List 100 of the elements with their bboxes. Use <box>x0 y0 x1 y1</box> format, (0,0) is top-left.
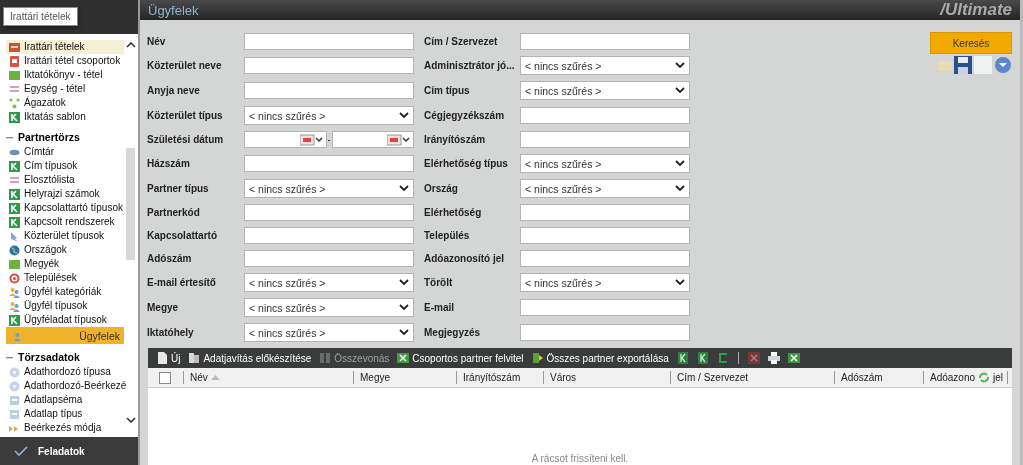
sidebar-item[interactable]: Adatlapséma <box>6 393 124 407</box>
scrollbar-thumb[interactable] <box>126 148 135 260</box>
input-field[interactable] <box>520 33 690 50</box>
field-label: Anyja neve <box>147 85 201 96</box>
input-field[interactable] <box>520 204 690 221</box>
input-field[interactable] <box>244 82 414 99</box>
sidebar-item[interactable]: Iktatás sablon <box>6 110 124 124</box>
dropdown[interactable]: < nincs szűrés > <box>244 179 414 198</box>
dropdown[interactable]: < nincs szűrés > <box>244 298 414 317</box>
search-button[interactable]: Keresés <box>930 32 1012 54</box>
input-field[interactable] <box>520 227 690 244</box>
save-icon[interactable] <box>954 56 972 74</box>
input-field[interactable] <box>244 227 414 244</box>
k-icon <box>9 202 20 214</box>
sidebar-item[interactable]: Ügyféladat típusok <box>6 313 124 327</box>
dropdown[interactable]: < nincs szűrés > <box>520 154 690 173</box>
group-title: Törzsadatok <box>18 351 80 363</box>
sidebar-item[interactable]: Közterület típusok <box>6 229 124 243</box>
calendar-icon[interactable] <box>387 133 411 146</box>
sidebar-item[interactable]: Irattári tétel csoportok <box>6 54 124 68</box>
k-icon <box>9 314 20 326</box>
sidebar-item[interactable]: Elosztólista <box>6 173 124 187</box>
field-label: Születési dátum <box>147 134 225 145</box>
sidebar-item[interactable]: Megyék <box>6 257 124 271</box>
column-header[interactable]: Irányítószám <box>457 371 544 384</box>
k-icon <box>9 160 20 172</box>
checkbox[interactable] <box>159 371 171 384</box>
sidebar-item[interactable]: Cím típusok <box>6 159 124 173</box>
globe-icon <box>9 244 20 256</box>
sidebar-item[interactable]: Egység - tétel <box>6 82 124 96</box>
column-header[interactable]: Adóazono jel <box>924 371 1008 384</box>
toolbar-icon-button[interactable] <box>785 352 802 364</box>
scroll-up-icon[interactable] <box>125 42 136 48</box>
input-field[interactable] <box>244 33 414 50</box>
sidebar-item[interactable]: Adathordozó típusa <box>6 365 124 379</box>
toolbar-icon-button[interactable] <box>765 352 782 364</box>
column-header[interactable]: Név <box>184 371 354 384</box>
people-icon <box>9 286 20 298</box>
input-field[interactable] <box>520 299 690 316</box>
input-field[interactable] <box>244 250 414 267</box>
input-field[interactable] <box>244 57 414 74</box>
sidebar-item[interactable]: Települések <box>6 271 124 285</box>
disc-icon <box>9 380 20 392</box>
field-label: Közterület típus <box>147 110 224 121</box>
column-header[interactable]: Cím / Szervezet <box>671 371 835 384</box>
scroll-down-icon[interactable] <box>125 417 136 423</box>
sidebar-item[interactable]: Helyrajzi számok <box>6 187 124 201</box>
sidebar-item[interactable]: Ügyfelek <box>6 327 124 344</box>
sidebar-item[interactable]: Címtár <box>6 145 124 159</box>
sidebar-item[interactable]: Irattári tételek <box>6 40 124 54</box>
dropdown[interactable]: < nincs szűrés > <box>244 323 414 342</box>
chevron-down-icon <box>675 160 685 167</box>
sort-ascending-icon <box>210 375 220 380</box>
field-label: Cím / Szervezet <box>423 36 499 47</box>
sidebar-item[interactable]: Adatlap típus <box>6 407 124 421</box>
chevron-down-icon <box>399 279 409 286</box>
dropdown[interactable]: < nincs szűrés > <box>520 81 690 100</box>
dropdown[interactable]: < nincs szűrés > <box>244 106 414 125</box>
sidebar-item[interactable]: Országok <box>6 243 124 257</box>
sidebar-item[interactable]: Kapcsolattartó típusok <box>6 201 124 215</box>
chevron-down-icon <box>675 62 685 69</box>
dropdown-icon[interactable] <box>994 56 1012 74</box>
toolbar-button[interactable]: Összes partner exportálása <box>529 352 671 364</box>
column-header[interactable]: Város <box>544 371 671 384</box>
chevron-down-icon <box>399 329 409 336</box>
input-field[interactable] <box>520 131 690 148</box>
input-field[interactable] <box>520 107 690 124</box>
people-icon <box>9 300 20 312</box>
field-label: Adószám <box>147 253 193 264</box>
dropdown[interactable]: < nincs szűrés > <box>244 273 414 292</box>
tasks-button[interactable]: Feladatok <box>0 437 138 465</box>
field-label: Megjegyzés <box>423 327 482 338</box>
column-header[interactable]: Adószám <box>835 371 924 384</box>
sidebar-item[interactable]: Iktatókönyv - tétel <box>6 68 124 82</box>
sidebar-item[interactable]: Ügyfél típusok <box>6 299 124 313</box>
toolbar-button[interactable]: Új <box>154 352 183 364</box>
dropdown[interactable]: < nincs szűrés > <box>520 273 690 292</box>
field-label: Megye <box>147 302 180 313</box>
list-icon <box>9 83 20 95</box>
sidebar-item[interactable]: Beérkezés módja <box>6 421 124 435</box>
field-label: Elérhetőség <box>423 207 483 218</box>
input-field[interactable] <box>244 155 414 172</box>
column-header[interactable]: Megye <box>354 371 457 384</box>
sidebar-item[interactable]: Kapcsolt rendszerek <box>6 215 124 229</box>
input-field[interactable] <box>520 324 690 341</box>
input-field[interactable] <box>244 204 414 221</box>
date-field[interactable] <box>244 131 327 148</box>
toolbar-button[interactable]: Adatjavítás előkészítése <box>186 352 314 364</box>
close-icon <box>747 352 760 364</box>
sidebar-item[interactable]: Ügyfél kategóriák <box>6 285 124 299</box>
input-field[interactable] <box>520 250 690 267</box>
date-field[interactable] <box>331 131 414 148</box>
toolbar-button[interactable]: Csoportos partner felvitel <box>395 352 526 364</box>
field-label: Település <box>423 230 471 241</box>
dropdown[interactable]: < nincs szűrés > <box>520 56 690 75</box>
calendar-icon[interactable] <box>299 133 324 146</box>
sidebar-item[interactable]: Adathordozó-Beérkezé <box>6 379 124 393</box>
dropdown[interactable]: < nincs szűrés > <box>520 179 690 198</box>
form-icon <box>9 408 20 420</box>
sidebar-item[interactable]: Ágazatok <box>6 96 124 110</box>
